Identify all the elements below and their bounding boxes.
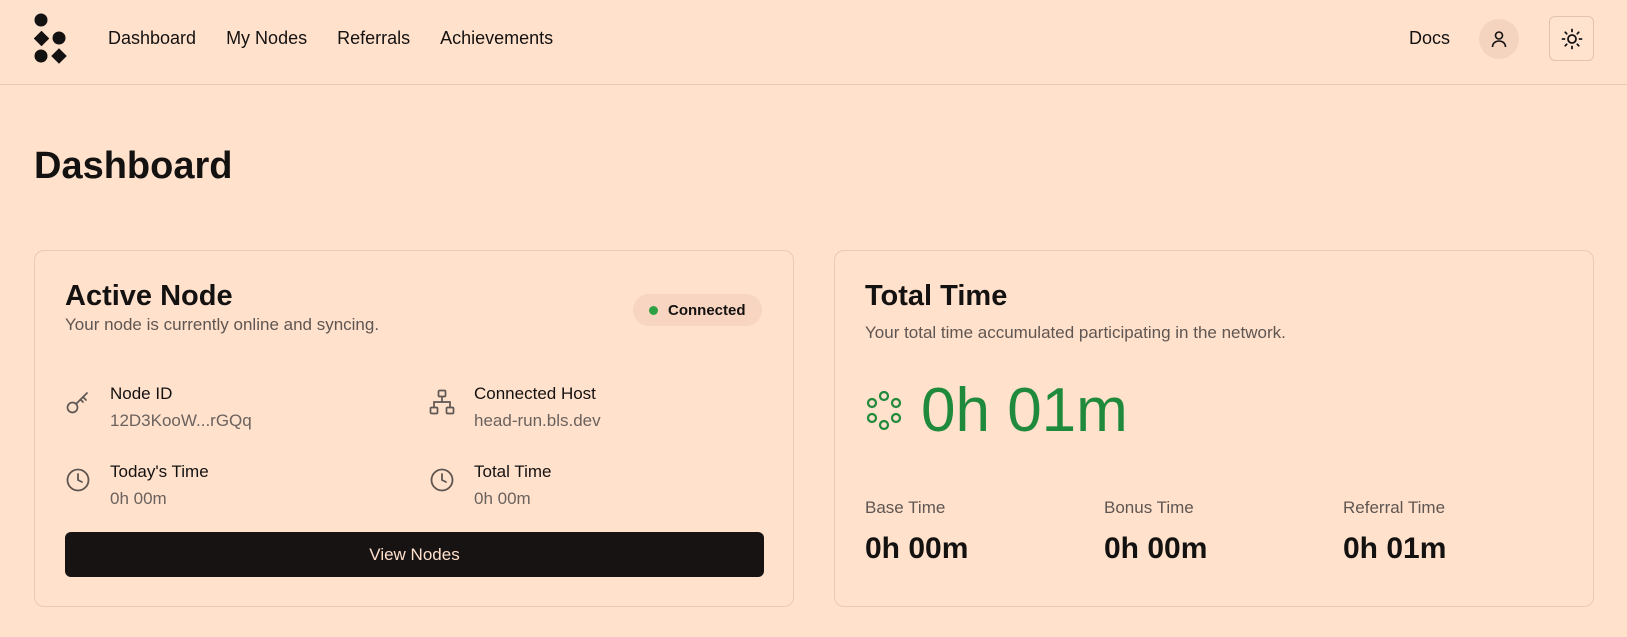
node-id-label: Node ID bbox=[110, 384, 173, 403]
referral-time-label: Referral Time bbox=[1343, 498, 1446, 517]
blockless-logo[interactable] bbox=[34, 13, 70, 64]
active-node-title: Active Node bbox=[65, 280, 233, 312]
active-node-subtitle: Your node is currently online and syncin… bbox=[65, 315, 380, 334]
key-icon bbox=[66, 392, 88, 414]
status-badge: Connected bbox=[633, 294, 762, 326]
base-time-value: 0h 00m bbox=[865, 532, 969, 565]
sun-icon bbox=[1561, 28, 1582, 49]
total-time-value: 0h 01m bbox=[921, 376, 1128, 445]
todays-time-field: Today's Time 0h 00m bbox=[65, 462, 209, 509]
referral-time-value: 0h 01m bbox=[1343, 532, 1447, 565]
node-id-value: 12D3KooW...rGQq bbox=[110, 411, 252, 430]
nav-referrals[interactable]: Referrals bbox=[337, 27, 410, 49]
active-node-card: Active Node Your node is currently onlin… bbox=[34, 250, 794, 607]
node-total-time-value: 0h 00m bbox=[474, 489, 531, 508]
nav-achievements[interactable]: Achievements bbox=[440, 27, 553, 49]
nav-dashboard[interactable]: Dashboard bbox=[108, 27, 196, 49]
status-text: Connected bbox=[668, 301, 746, 319]
bonus-time-value: 0h 00m bbox=[1104, 532, 1208, 565]
node-id-field: Node ID 12D3KooW...rGQq bbox=[65, 384, 252, 431]
total-time-title: Total Time bbox=[865, 280, 1008, 312]
total-time-display: 0h 01m bbox=[865, 376, 1128, 446]
page-title: Dashboard bbox=[34, 145, 233, 187]
bonus-time-stat: Bonus Time 0h 00m bbox=[1104, 498, 1207, 566]
todays-time-label: Today's Time bbox=[110, 462, 209, 481]
connected-host-value: head-run.bls.dev bbox=[474, 411, 601, 430]
clock-icon bbox=[430, 468, 454, 492]
total-time-card: Total Time Your total time accumulated p… bbox=[834, 250, 1594, 607]
referral-time-stat: Referral Time 0h 01m bbox=[1343, 498, 1446, 566]
network-icon bbox=[429, 389, 455, 415]
clock-icon bbox=[66, 468, 90, 492]
user-icon bbox=[1491, 31, 1507, 48]
docs-link[interactable]: Docs bbox=[1409, 27, 1450, 49]
connected-host-field: Connected Host head-run.bls.dev bbox=[429, 384, 601, 431]
nav-my-nodes[interactable]: My Nodes bbox=[226, 27, 307, 49]
connected-host-label: Connected Host bbox=[474, 384, 596, 403]
node-total-time-field: Total Time 0h 00m bbox=[429, 462, 551, 509]
theme-toggle-button[interactable] bbox=[1549, 16, 1594, 61]
view-nodes-button[interactable]: View Nodes bbox=[65, 532, 764, 577]
todays-time-value: 0h 00m bbox=[110, 489, 167, 508]
status-dot bbox=[649, 305, 658, 315]
total-time-subtitle: Your total time accumulated participatin… bbox=[865, 323, 1286, 342]
main-nav: Dashboard My Nodes Referrals Achievement… bbox=[108, 27, 583, 49]
base-time-label: Base Time bbox=[865, 498, 946, 517]
base-time-stat: Base Time 0h 00m bbox=[865, 498, 968, 566]
top-navigation-bar: Dashboard My Nodes Referrals Achievement… bbox=[0, 0, 1627, 85]
bonus-time-label: Bonus Time bbox=[1104, 498, 1194, 517]
user-account-button[interactable] bbox=[1479, 19, 1519, 59]
network-nodes-icon bbox=[866, 391, 902, 431]
node-total-time-label: Total Time bbox=[474, 462, 552, 481]
